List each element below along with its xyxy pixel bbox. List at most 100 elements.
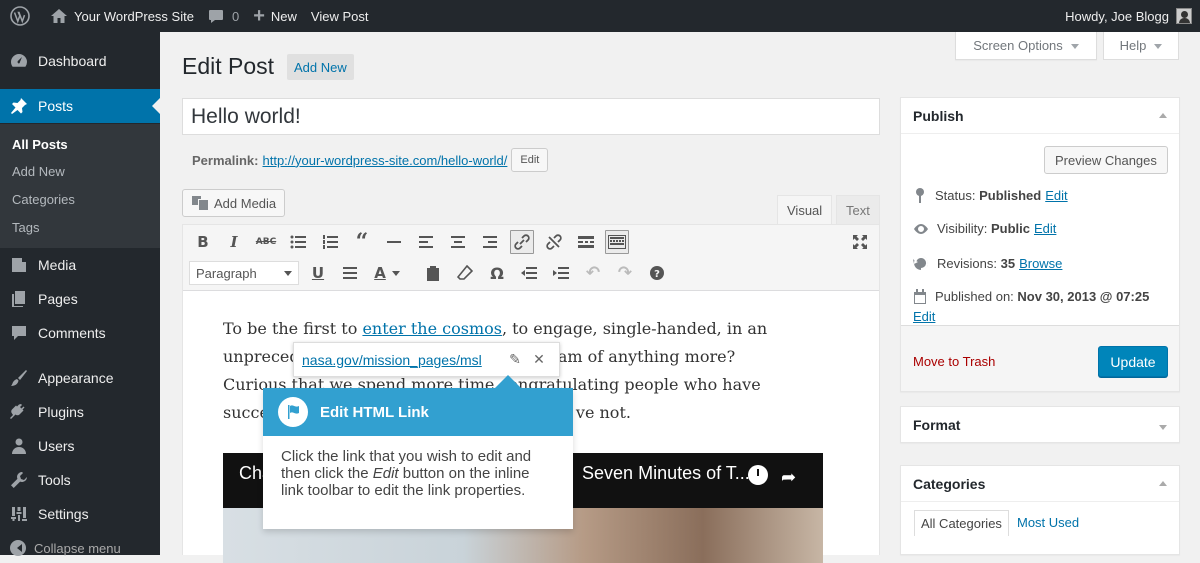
paragraph-format-select[interactable]: Paragraph <box>189 261 299 285</box>
content-link[interactable]: enter the cosmos <box>362 319 502 338</box>
indent-icon[interactable] <box>549 261 573 285</box>
new-content-menu[interactable]: + New <box>246 0 304 32</box>
text-color-icon[interactable]: A <box>370 261 404 285</box>
dashboard-icon <box>11 54 27 67</box>
sidebar-item-posts[interactable]: Posts <box>0 89 160 123</box>
justify-icon[interactable] <box>338 261 362 285</box>
sidebar-label: Dashboard <box>38 53 107 69</box>
sidebar-label: Users <box>38 438 75 454</box>
clear-formatting-icon[interactable] <box>453 261 477 285</box>
sidebar-item-users[interactable]: Users <box>0 429 160 463</box>
site-name-link[interactable]: Your WordPress Site <box>43 0 201 32</box>
content-text: ve not. <box>575 403 631 422</box>
status-edit-link[interactable]: Edit <box>1045 188 1067 203</box>
outdent-icon[interactable] <box>517 261 541 285</box>
horizontal-line-icon[interactable] <box>382 230 406 254</box>
sidebar-item-settings[interactable]: Settings <box>0 497 160 531</box>
remove-link-icon[interactable]: ✕ <box>527 351 551 368</box>
toolbar-toggle-icon[interactable] <box>605 230 629 254</box>
blockquote-icon[interactable]: “ <box>350 229 374 255</box>
insert-link-icon[interactable] <box>510 230 534 254</box>
fullscreen-icon[interactable] <box>848 230 872 254</box>
submenu-tags[interactable]: Tags <box>12 220 39 235</box>
comments-link[interactable]: 0 <box>201 0 246 32</box>
submenu-add-new[interactable]: Add New <box>12 164 65 179</box>
move-to-trash-link[interactable]: Move to Trash <box>913 354 995 369</box>
permalink-edit-button[interactable]: Edit <box>511 148 549 172</box>
inline-link-url[interactable]: nasa.gov/mission_pages/msl <box>302 352 503 368</box>
sidebar-item-comments[interactable]: Comments <box>0 316 160 350</box>
tab-visual[interactable]: Visual <box>777 195 833 225</box>
video-title-part: Seven Minutes of T... <box>582 463 750 483</box>
sidebar-item-plugins[interactable]: Plugins <box>0 395 160 429</box>
unlink-icon[interactable] <box>542 230 566 254</box>
undo-icon[interactable]: ↶ <box>581 261 605 285</box>
edit-link-pointer: Edit HTML Link Click the link that you w… <box>263 375 573 529</box>
strikethrough-icon[interactable]: ABC <box>254 230 278 254</box>
underline-icon[interactable]: U <box>306 261 330 285</box>
revisions-value: 35 <box>1000 255 1016 271</box>
submenu-all-posts[interactable]: All Posts <box>12 137 68 152</box>
sidebar-item-dashboard[interactable]: Dashboard <box>0 44 160 78</box>
published-edit-link[interactable]: Edit <box>913 309 935 324</box>
posts-submenu: All Posts Add New Categories Tags <box>0 124 160 248</box>
sidebar-item-media[interactable]: Media <box>0 248 160 282</box>
align-center-icon[interactable] <box>446 230 470 254</box>
eye-icon <box>914 223 928 234</box>
revisions-icon <box>913 255 929 270</box>
redo-icon[interactable]: ↷ <box>613 261 637 285</box>
revisions-label: Revisions: <box>937 255 997 271</box>
collapse-toggle-icon[interactable] <box>1159 109 1167 118</box>
add-new-button[interactable]: Add New <box>287 54 354 80</box>
post-title-input[interactable]: Hello world! <box>182 98 880 135</box>
submenu-categories[interactable]: Categories <box>12 192 75 207</box>
content-text: unpreced <box>223 347 300 366</box>
svg-text:?: ? <box>654 269 660 280</box>
my-account-menu[interactable]: Howdy, Joe Blogg <box>1065 8 1200 24</box>
screen-options-button[interactable]: Screen Options <box>955 32 1097 60</box>
tab-text[interactable]: Text <box>836 195 880 225</box>
align-right-icon[interactable] <box>478 230 502 254</box>
tab-all-categories[interactable]: All Categories <box>914 510 1009 536</box>
align-left-icon[interactable] <box>414 230 438 254</box>
visibility-value: Public <box>990 221 1030 236</box>
publish-box-header[interactable]: Publish <box>901 98 1179 134</box>
media-icon <box>12 258 26 272</box>
view-post-link[interactable]: View Post <box>304 0 376 32</box>
tab-most-used[interactable]: Most Used <box>1011 510 1085 535</box>
collapse-toggle-icon[interactable] <box>1159 477 1167 486</box>
read-more-icon[interactable] <box>574 230 598 254</box>
format-title: Format <box>913 417 961 433</box>
collapse-menu-button[interactable]: Collapse menu <box>10 540 121 556</box>
format-box-header[interactable]: Format <box>901 407 1179 443</box>
sidebar-item-tools[interactable]: Tools <box>0 463 160 497</box>
collapse-arrow-icon <box>10 540 26 556</box>
keyboard-shortcuts-help-icon[interactable]: ? <box>645 261 669 285</box>
browse-revisions-link[interactable]: Browse <box>1019 256 1062 271</box>
sidebar-label: Settings <box>38 506 89 522</box>
revisions-row: Revisions: 35 Browse <box>913 255 1062 271</box>
update-button[interactable]: Update <box>1098 346 1168 377</box>
help-button[interactable]: Help <box>1103 32 1179 60</box>
bulleted-list-icon[interactable] <box>286 230 310 254</box>
share-arrow-icon[interactable]: ➦ <box>781 467 796 488</box>
comment-bubble-icon <box>208 9 223 23</box>
plug-icon <box>10 404 25 419</box>
sidebar-item-appearance[interactable]: Appearance <box>0 361 160 395</box>
pencil-icon[interactable]: ✎ <box>503 351 527 368</box>
add-media-button[interactable]: Add Media <box>182 189 286 217</box>
format-select-value: Paragraph <box>196 265 257 281</box>
numbered-list-icon[interactable] <box>318 230 342 254</box>
paste-as-text-icon[interactable] <box>421 261 445 285</box>
preview-changes-button[interactable]: Preview Changes <box>1044 146 1168 174</box>
watch-later-icon[interactable] <box>748 465 768 485</box>
sidebar-item-pages[interactable]: Pages <box>0 282 160 316</box>
permalink-link[interactable]: http://your-wordpress-site.com/hello-wor… <box>262 153 507 168</box>
special-character-icon[interactable]: Ω <box>485 261 509 285</box>
expand-toggle-icon[interactable] <box>1159 425 1167 430</box>
bold-icon[interactable]: B <box>191 230 215 254</box>
visibility-edit-link[interactable]: Edit <box>1034 221 1056 236</box>
italic-icon[interactable]: I <box>222 230 246 254</box>
wordpress-logo-menu[interactable] <box>0 0 43 32</box>
categories-box-header[interactable]: Categories <box>901 466 1179 502</box>
